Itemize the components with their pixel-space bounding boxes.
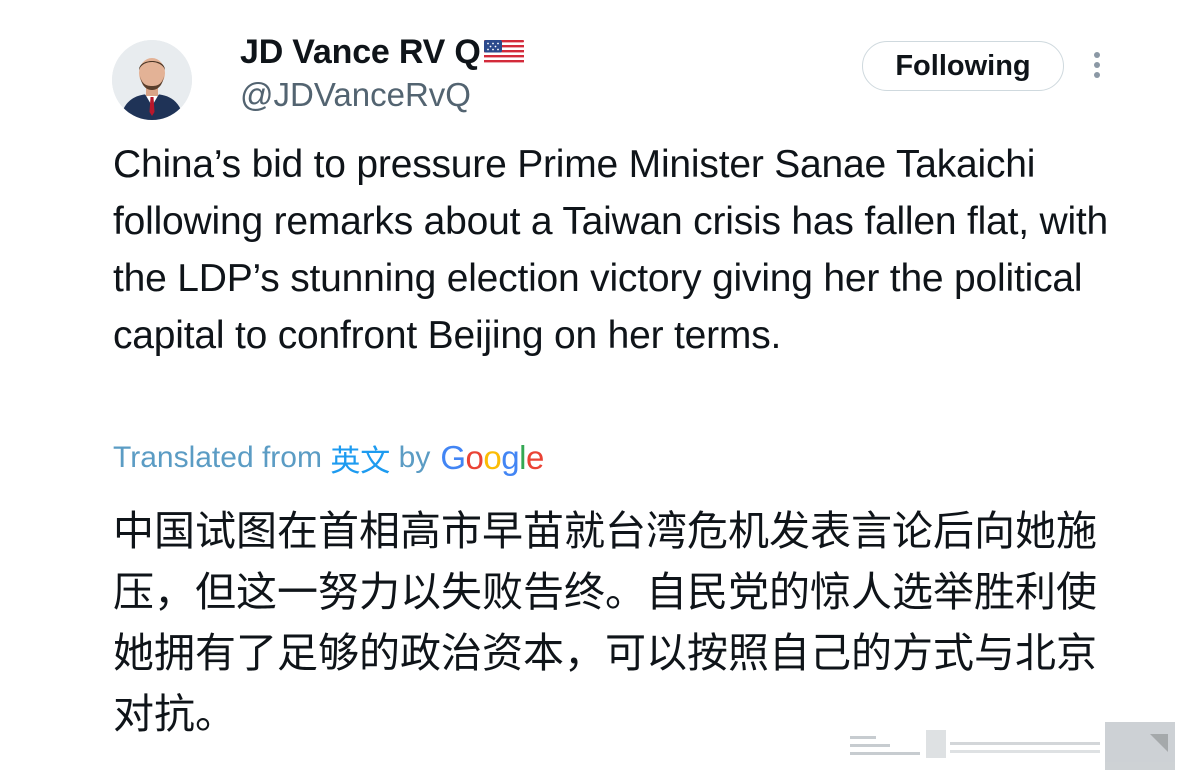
- avatar[interactable]: [112, 40, 192, 120]
- avatar-portrait-icon: [112, 40, 192, 120]
- author-name-row: JD Vance RV Q: [240, 30, 525, 74]
- translated-by-label: by: [398, 441, 431, 474]
- author-handle[interactable]: @JDVanceRvQ: [240, 76, 471, 114]
- google-logo: Google: [440, 439, 544, 476]
- translated-from-label: Translated from: [113, 441, 322, 474]
- us-flag-icon: [483, 40, 524, 64]
- watermark-icon: [850, 722, 1175, 770]
- source-language: 英文: [330, 445, 391, 478]
- following-button[interactable]: Following: [862, 41, 1064, 91]
- translation-attribution[interactable]: Translated from 英文 by Google: [113, 438, 544, 478]
- tweet-text: China’s bid to pressure Prime Minister S…: [113, 143, 1109, 357]
- more-vertical-icon[interactable]: [1082, 48, 1112, 84]
- tweet-card: JD Vance RV Q @JDVanceRvQ Following Chin…: [0, 0, 1200, 780]
- translated-text: 中国试图在首相高市早苗就台湾危机发表言论后向她施压，但这一努力以失败告终。自民党…: [113, 507, 1097, 738]
- display-name[interactable]: JD Vance RV Q: [240, 33, 481, 72]
